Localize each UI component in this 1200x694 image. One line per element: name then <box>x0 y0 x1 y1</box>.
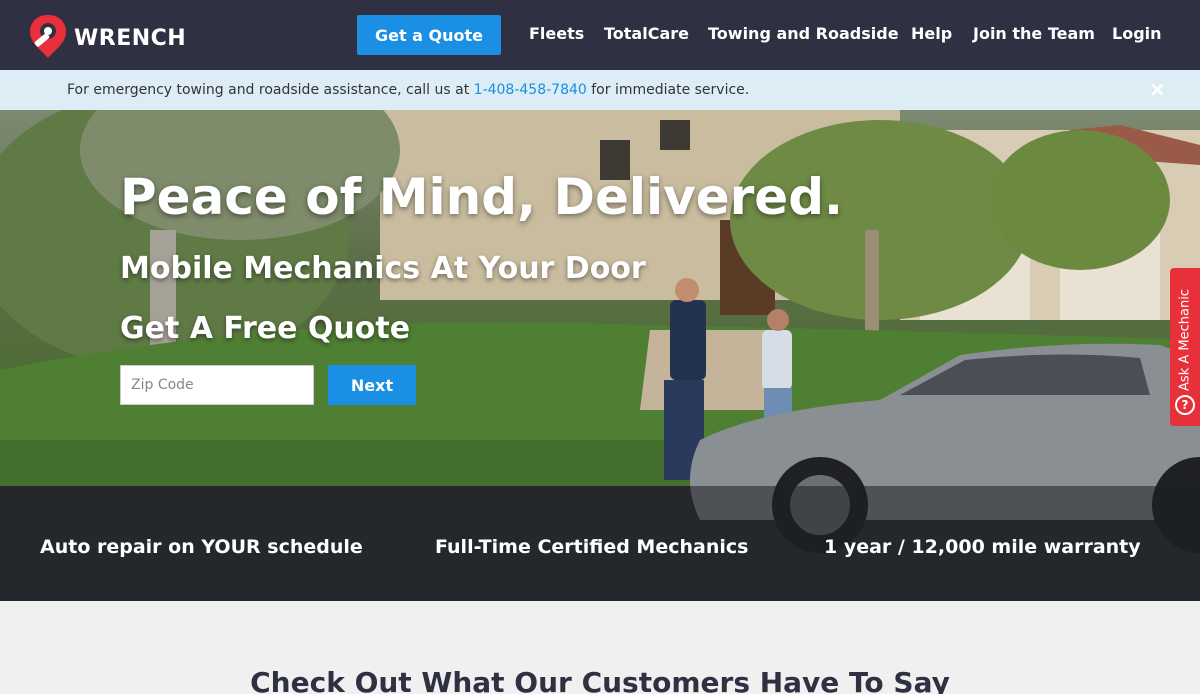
next-button[interactable]: Next <box>328 365 416 405</box>
close-icon[interactable]: × <box>1149 79 1166 99</box>
brand-logo[interactable]: WRENCH <box>28 13 186 59</box>
get-a-quote-button[interactable]: Get a Quote <box>357 15 501 55</box>
testimonials-heading: Check Out What Our Customers Have To Say <box>250 666 950 694</box>
feature-auto-repair-schedule: Auto repair on YOUR schedule <box>40 536 363 558</box>
hero-title: Peace of Mind, Delivered. <box>120 168 843 226</box>
hero-subtitle: Mobile Mechanics At Your Door <box>120 251 646 286</box>
emergency-alert-bar: For emergency towing and roadside assist… <box>0 70 1200 110</box>
wrench-logo-icon <box>30 15 66 58</box>
ask-a-mechanic-label: Ask A Mechanic <box>1177 289 1193 391</box>
ask-a-mechanic-tab[interactable]: Ask A Mechanic ? <box>1170 268 1200 426</box>
brand-name: WRENCH <box>74 25 187 51</box>
nav-link-join-the-team[interactable]: Join the Team <box>973 24 1095 43</box>
nav-link-totalcare[interactable]: TotalCare <box>604 24 689 43</box>
nav-link-login[interactable]: Login <box>1112 24 1162 43</box>
feature-certified-mechanics: Full-Time Certified Mechanics <box>435 536 749 558</box>
emergency-phone-link[interactable]: 1-408-458-7840 <box>474 82 587 98</box>
question-mark-icon: ? <box>1175 395 1195 415</box>
top-navigation-bar: WRENCH Get a Quote Fleets TotalCare Towi… <box>0 0 1200 70</box>
nav-link-towing-roadside[interactable]: Towing and Roadside <box>708 24 899 43</box>
quote-heading: Get A Free Quote <box>120 311 411 346</box>
alert-text-before: For emergency towing and roadside assist… <box>67 82 474 98</box>
alert-text-after: for immediate service. <box>586 82 750 98</box>
feature-warranty: 1 year / 12,000 mile warranty <box>824 536 1141 558</box>
alert-message: For emergency towing and roadside assist… <box>67 82 749 98</box>
nav-link-help[interactable]: Help <box>911 24 952 43</box>
zip-code-input[interactable] <box>120 365 314 405</box>
nav-link-fleets[interactable]: Fleets <box>529 24 584 43</box>
hero-section: Peace of Mind, Delivered. Mobile Mechani… <box>0 110 1200 601</box>
